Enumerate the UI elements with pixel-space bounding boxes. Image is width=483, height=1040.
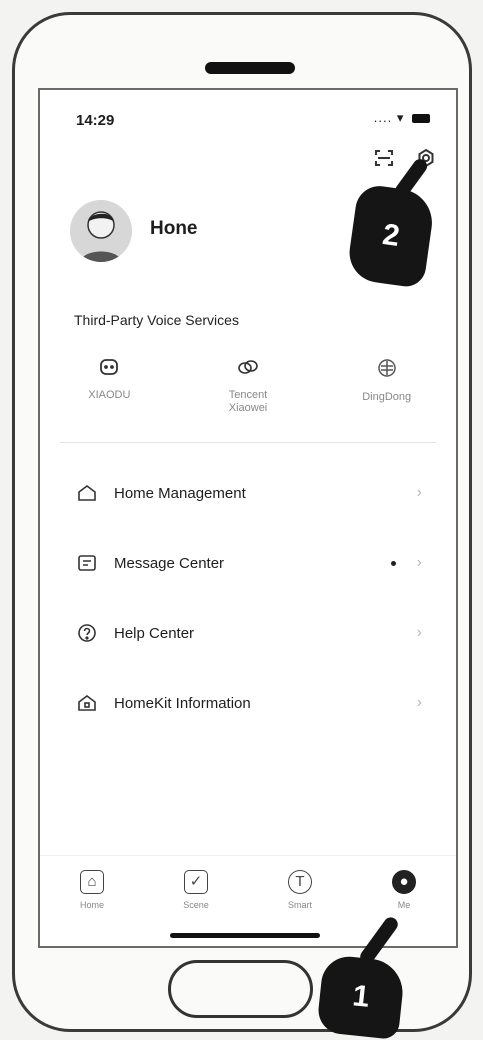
chevron-right-icon: ›	[416, 624, 422, 641]
tab-label: Scene	[183, 900, 209, 910]
pointing-hand-step-2: 2	[345, 183, 437, 289]
homekit-icon	[76, 692, 98, 714]
menu-item-label: HomeKit Information	[114, 694, 251, 712]
smart-tab-icon: T	[288, 870, 312, 894]
section-divider	[60, 442, 436, 443]
voice-services-list: XIAODU Tencent Xiaowei DingDong	[40, 358, 456, 415]
avatar[interactable]	[70, 200, 132, 262]
unread-dot	[391, 560, 396, 566]
menu-item-homekit-information[interactable]: HomeKit Information ›	[40, 668, 456, 738]
me-tab-icon: ●	[392, 870, 416, 894]
message-icon	[76, 552, 98, 574]
voice-services-title: Third-Party Voice Services	[74, 312, 239, 328]
chevron-right-icon: ›	[416, 484, 422, 501]
step-1-label: 1	[351, 979, 372, 1014]
menu-item-home-management[interactable]: Home Management ›	[40, 458, 456, 528]
tencent-xiaowei-icon	[237, 358, 259, 380]
chevron-right-icon: ›	[416, 554, 422, 571]
voice-service-label: XIAODU	[88, 389, 131, 401]
voice-service-tencent[interactable]: Tencent Xiaowei	[179, 358, 318, 415]
battery-icon	[412, 114, 430, 124]
signal-icon: ....	[373, 110, 393, 125]
xiaodu-icon	[98, 358, 120, 380]
profile-name[interactable]: Hone	[150, 218, 198, 240]
menu-item-label: Message Center	[114, 554, 225, 572]
home-indicator	[170, 933, 320, 938]
tab-home[interactable]: ⌂ Home	[40, 856, 144, 946]
status-icons: .... ▾	[374, 110, 430, 126]
status-time: 14:29	[76, 112, 115, 129]
menu-item-label: Home Management	[114, 484, 246, 502]
settings-menu: Home Management › Message Center › Help …	[40, 458, 456, 738]
scene-tab-icon: ✓	[184, 870, 208, 894]
voice-service-xiaodu[interactable]: XIAODU	[40, 358, 179, 415]
voice-service-label: Tencent Xiaowei	[228, 389, 268, 414]
photo-stage: 14:29 .... ▾ Hone Third-Party Voice Serv…	[0, 0, 483, 1040]
dingdong-icon	[376, 358, 398, 380]
home-outline-icon	[76, 482, 98, 504]
home-tab-icon: ⌂	[80, 870, 104, 894]
tab-label: Smart	[287, 900, 312, 910]
tab-label: Me	[397, 900, 411, 910]
voice-service-dingdong[interactable]: DingDong	[317, 358, 456, 415]
phone-speaker	[205, 62, 295, 74]
wifi-icon: ▾	[396, 110, 405, 125]
phone-home-button[interactable]	[168, 960, 313, 1018]
voice-service-label: DingDong	[362, 391, 412, 403]
menu-item-label: Help Center	[114, 624, 195, 642]
tab-me[interactable]: ● Me	[352, 856, 456, 946]
menu-item-message-center[interactable]: Message Center ›	[40, 528, 456, 598]
menu-item-help-center[interactable]: Help Center ›	[40, 598, 456, 668]
scan-icon[interactable]	[372, 148, 396, 172]
chevron-right-icon: ›	[416, 694, 422, 711]
tab-label: Home	[79, 900, 104, 910]
help-icon	[76, 622, 98, 644]
step-2-label: 2	[380, 218, 402, 254]
